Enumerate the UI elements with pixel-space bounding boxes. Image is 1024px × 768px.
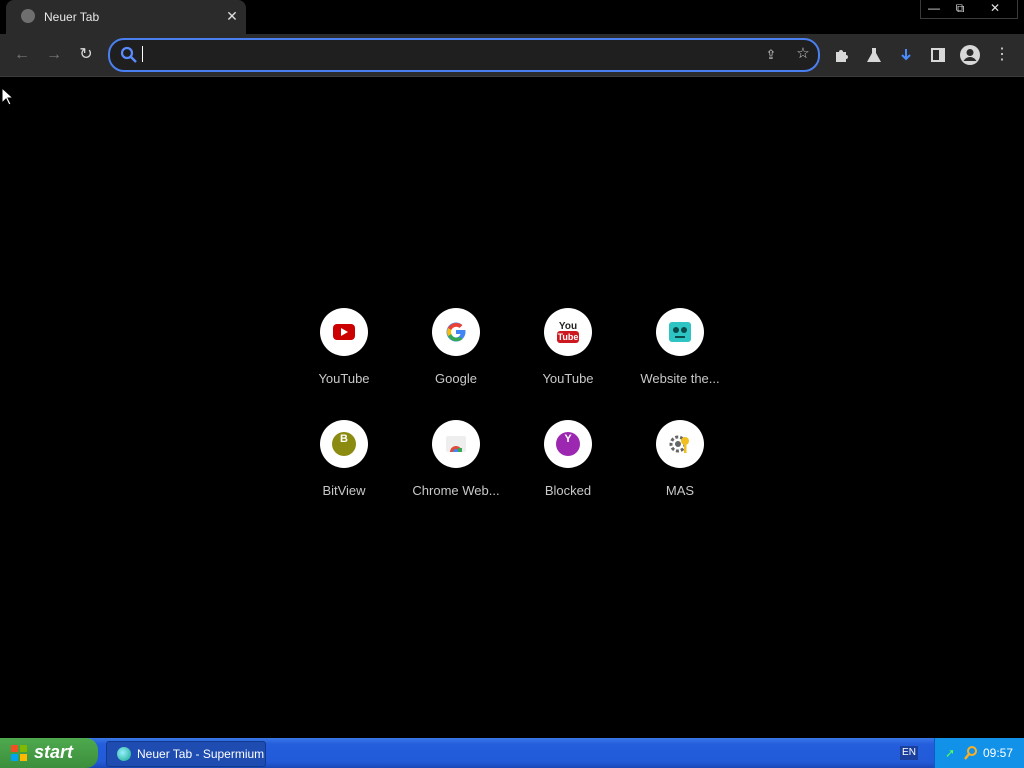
shortcut-website[interactable]: Website the... — [624, 308, 736, 408]
download-icon[interactable] — [895, 44, 917, 66]
minimize-button[interactable]: — — [921, 0, 947, 18]
taskbar-item-label: Neuer Tab - Supermium — [137, 747, 265, 761]
share-icon[interactable]: ⇪ — [762, 46, 780, 64]
network-icon[interactable]: ➚ — [945, 746, 959, 760]
shortcut-label: Google — [435, 371, 477, 386]
shortcut-google[interactable]: Google — [400, 308, 512, 408]
clock: 09:57 — [983, 746, 1014, 760]
window-controls: — ⧉ ✕ — [920, 0, 1018, 19]
bookmark-star-icon[interactable]: ☆ — [794, 45, 812, 63]
shortcut-youtube[interactable]: YouTube — [288, 308, 400, 408]
puzzle-icon[interactable] — [831, 44, 853, 66]
shortcut-label: BitView — [322, 483, 366, 498]
b-circle-icon: B — [320, 420, 368, 468]
globe-icon — [21, 9, 35, 23]
google-g-icon — [432, 308, 480, 356]
back-icon[interactable]: ← — [11, 44, 33, 66]
close-button[interactable]: ✕ — [973, 0, 1017, 18]
search-icon — [120, 46, 137, 63]
language-indicator[interactable]: EN — [900, 746, 918, 760]
svg-text:You: You — [559, 321, 577, 332]
restore-button[interactable]: ⧉ — [947, 0, 973, 18]
side-panel-icon[interactable] — [927, 44, 949, 66]
flask-icon[interactable] — [863, 44, 885, 66]
shortcut-label: Website the... — [640, 371, 720, 386]
tab-title: Neuer Tab — [44, 10, 100, 24]
title-bar: Neuer Tab ✕ — ⧉ ✕ — [0, 0, 1024, 34]
y-circle-icon: Y — [544, 420, 592, 468]
profile-icon[interactable] — [959, 44, 981, 66]
shortcut-youtube-classic[interactable]: You Tube YouTube — [512, 308, 624, 408]
shortcut-label: YouTube — [318, 371, 370, 386]
svg-text:Y: Y — [564, 433, 572, 445]
text-caret — [142, 46, 143, 62]
system-tray: ➚ 09:57 — [934, 738, 1024, 768]
browser-toolbar: ← → ↻ ⇪ ☆ ⋮ — [0, 34, 1024, 77]
windows-logo-icon — [11, 745, 27, 761]
shortcut-label: MAS — [665, 483, 695, 498]
shortcut-chrome-web-store[interactable]: Chrome Web... — [400, 420, 512, 520]
reload-icon[interactable]: ↻ — [75, 44, 97, 66]
tab-neuer-tab[interactable]: Neuer Tab ✕ — [6, 0, 246, 34]
shortcut-bitview[interactable]: B BitView — [288, 420, 400, 520]
address-input[interactable] — [144, 43, 748, 67]
start-button[interactable]: start — [0, 738, 98, 768]
shortcut-blocked[interactable]: Y Blocked — [512, 420, 624, 520]
taskbar: start Neuer Tab - Supermium EN ➚ 09:57 — [0, 738, 1024, 768]
omnibox[interactable]: ⇪ ☆ — [108, 38, 820, 72]
shortcut-label: YouTube — [542, 371, 594, 386]
taskbar-item-supermium[interactable]: Neuer Tab - Supermium — [106, 741, 266, 767]
gear-key-icon — [656, 420, 704, 468]
mouse-cursor-icon — [1, 87, 13, 106]
shortcut-label: Chrome Web... — [412, 483, 500, 498]
webstore-icon — [432, 420, 480, 468]
tab-close-icon[interactable]: ✕ — [224, 7, 240, 25]
magnifier-icon[interactable] — [963, 745, 979, 761]
forward-icon[interactable]: → — [43, 44, 65, 66]
youtube-play-icon — [320, 308, 368, 356]
robot-face-icon — [656, 308, 704, 356]
start-label: start — [34, 742, 74, 762]
shortcut-label: Blocked — [544, 483, 592, 498]
svg-text:B: B — [340, 433, 348, 445]
shortcut-mas[interactable]: MAS — [624, 420, 736, 520]
youtube-classic-icon: You Tube — [544, 308, 592, 356]
supermium-icon — [117, 747, 131, 761]
menu-icon[interactable]: ⋮ — [991, 44, 1013, 66]
svg-text:Tube: Tube — [558, 332, 579, 342]
